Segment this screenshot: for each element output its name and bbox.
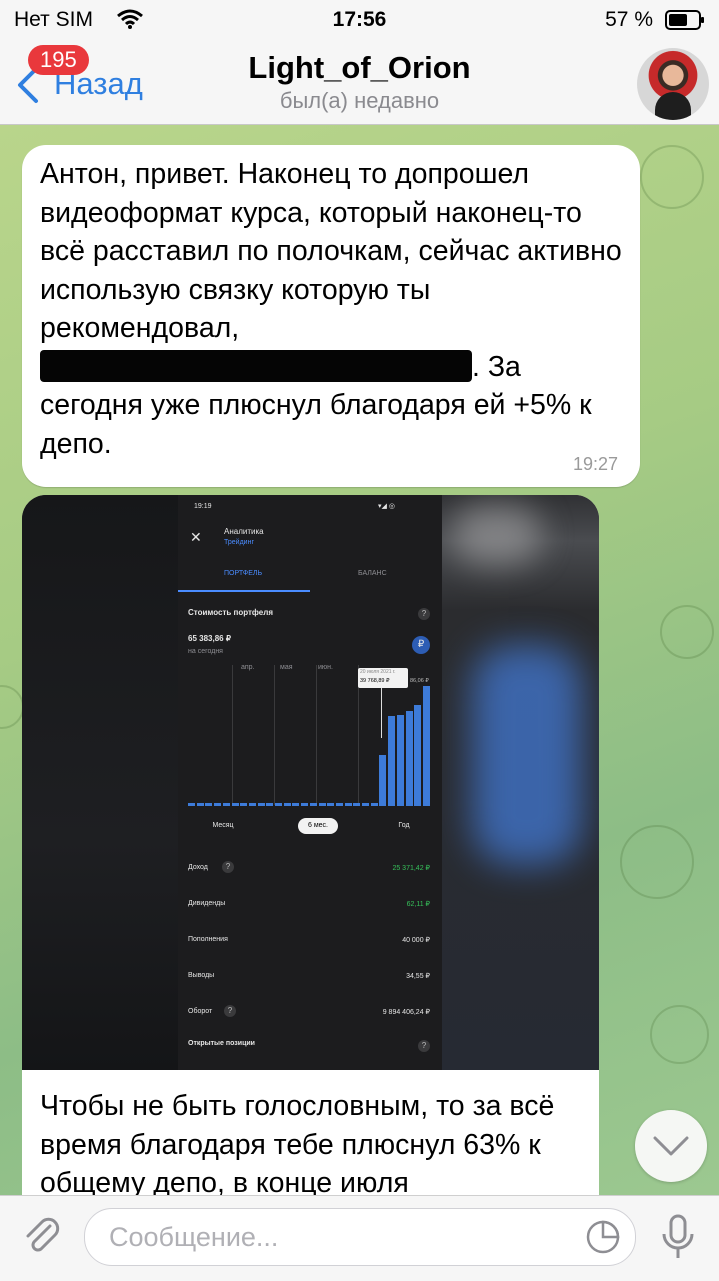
ss-portfolio-value: 65 383,86 ₽ [188, 634, 231, 643]
ss-period-6m: 6 мес. [298, 818, 338, 834]
chart-bar [222, 802, 230, 806]
chart-bar [231, 802, 239, 806]
ss-stat-label: Оборот [188, 1008, 213, 1015]
photo-blur-left [22, 495, 178, 1070]
attached-photo[interactable]: 19:19 ▾◢ ◎ ✕ Аналитика Трейдинг ПОРТФЕЛЬ… [22, 495, 599, 1070]
ss-value-caption: на сегодня [188, 648, 223, 655]
message-input-bar [0, 1195, 719, 1281]
ss-title: Аналитика [224, 527, 264, 536]
message-text-part: Антон, привет. Наконец то допрошел видео… [40, 158, 622, 344]
message-text: Антон, привет. Наконец то допрошел видео… [40, 155, 630, 463]
photo-blur-right [442, 495, 599, 1070]
ss-tooltip-line [381, 688, 382, 738]
ss-currency-icon: ₽ [412, 636, 430, 654]
microphone-icon[interactable] [656, 1212, 700, 1262]
ss-help-icon: ? [222, 861, 234, 873]
chart-bar [196, 802, 204, 806]
ss-period-year: Год [398, 822, 410, 829]
ss-positions-label: Открытые позиции [188, 1040, 255, 1047]
ss-tooltip-value: 39 768,89 ₽ [360, 678, 390, 684]
chart-bar [309, 802, 317, 806]
ss-help-icon: ? [418, 608, 430, 620]
ss-month-label: мая [280, 664, 293, 671]
ss-section-title: Стоимость портфеля [188, 608, 274, 617]
attach-icon[interactable] [20, 1214, 64, 1258]
message-input[interactable] [107, 1219, 571, 1255]
chart-bar [396, 714, 404, 806]
message-field[interactable] [84, 1208, 636, 1266]
scroll-down-button[interactable] [635, 1110, 707, 1182]
ss-tooltip: 20 июля 2021 г. 39 768,89 ₽ [358, 668, 408, 688]
ss-stat-label: Дивиденды [188, 900, 226, 907]
chart-bar [205, 802, 213, 806]
chart-bar [379, 754, 387, 806]
ss-help-icon: ? [224, 1005, 236, 1017]
ss-stat-label: Пополнения [188, 936, 228, 943]
chart-bar [240, 802, 248, 806]
redaction-bar [40, 349, 472, 382]
ss-tab-indicator [178, 590, 310, 592]
ss-tab-portfolio: ПОРТФЕЛЬ [224, 570, 263, 577]
ss-period-month: Месяц [212, 822, 234, 829]
status-bar: Нет SIM 17:56 57 % [0, 0, 719, 40]
ss-stat-value: 25 371,42 ₽ [392, 865, 430, 872]
ss-stat-label: Доход [188, 864, 208, 871]
chart-bar [353, 802, 361, 806]
chart-bar [292, 802, 300, 806]
ss-stat-value: 9 894 406,24 ₽ [382, 1009, 430, 1016]
trading-app-screenshot: 19:19 ▾◢ ◎ ✕ Аналитика Трейдинг ПОРТФЕЛЬ… [178, 495, 442, 1070]
ss-help-icon: ? [418, 1040, 430, 1052]
chart-bar [327, 802, 335, 806]
chart-bar [362, 802, 369, 806]
ss-stat-value: 40 000 ₽ [402, 937, 430, 944]
message-bubble[interactable]: Антон, привет. Наконец то допрошел видео… [22, 145, 640, 487]
chart-bar [266, 802, 274, 806]
photo-caption: Чтобы не быть голословным, то за всё вре… [40, 1090, 555, 1195]
sticker-icon[interactable] [585, 1219, 621, 1255]
chart-bar [405, 711, 413, 806]
chevron-down-icon [653, 1136, 689, 1156]
ss-close-icon: ✕ [190, 529, 202, 545]
chat-status: был(а) недавно [279, 88, 440, 113]
ss-stat-value: 34,55 ₽ [406, 973, 430, 980]
photo-message-bubble[interactable]: 19:19 ▾◢ ◎ ✕ Аналитика Трейдинг ПОРТФЕЛЬ… [22, 495, 599, 1195]
chart-bar [422, 685, 430, 806]
chart-bar [388, 716, 396, 806]
ss-month-label: апр. [241, 664, 255, 671]
chart-bar [335, 802, 343, 806]
battery-percent: 57 % [605, 8, 653, 31]
ss-last-value: 86,06 ₽ [410, 678, 429, 684]
chart-bar [344, 802, 352, 806]
chart-bar [318, 802, 326, 806]
chart-bar [301, 802, 309, 806]
chart-bar [214, 802, 222, 806]
ss-tab-balance: БАЛАНС [358, 570, 387, 577]
chat-header: Назад 195 Light_of_Orion был(а) недавно [0, 40, 719, 125]
ss-tooltip-date: 20 июля 2021 г. [360, 669, 396, 675]
ss-time: 19:19 [194, 503, 212, 510]
chart-bar [414, 704, 422, 806]
avatar[interactable] [637, 48, 709, 120]
chart-bar [257, 802, 265, 806]
chat-title[interactable]: Light_of_Orion [0, 50, 719, 86]
ss-stat-value: 62,11 ₽ [406, 901, 430, 908]
message-time: 19:27 [572, 454, 618, 474]
ss-stat-label: Выводы [188, 972, 215, 979]
battery-icon [665, 10, 704, 30]
ss-subtitle: Трейдинг [224, 539, 254, 546]
chat-area[interactable]: Антон, привет. Наконец то допрошел видео… [0, 125, 719, 1195]
chart-bar [275, 802, 282, 806]
chart-bar [248, 802, 256, 806]
ss-month-label: июн. [318, 664, 333, 671]
chart-bar [188, 802, 195, 806]
chart-bar [283, 802, 291, 806]
ss-signal-icons: ▾◢ ◎ [378, 503, 395, 510]
chart-bar [370, 802, 378, 806]
